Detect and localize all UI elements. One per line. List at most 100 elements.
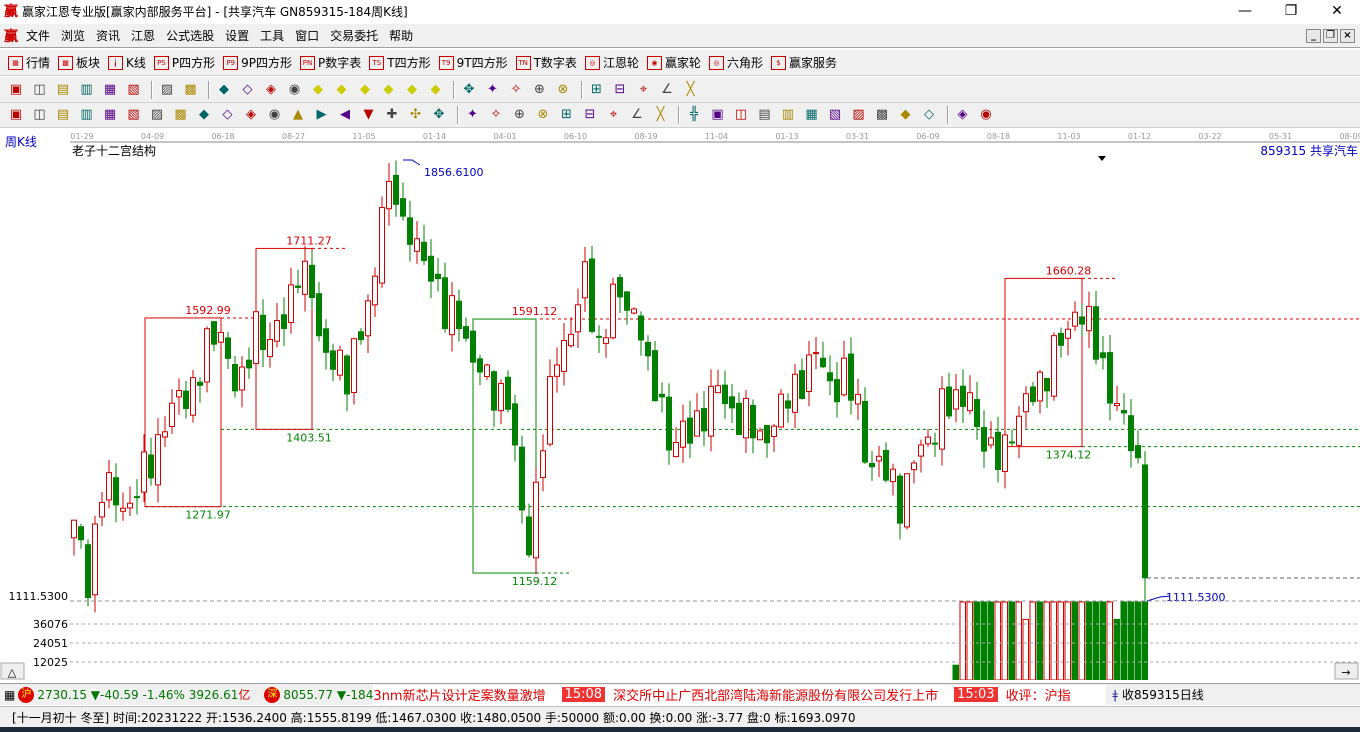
yellow-h-icon[interactable]: ◆ (355, 80, 375, 100)
infinity-icon[interactable]: ◉ (976, 105, 996, 125)
period-icon[interactable]: ▣ (6, 80, 26, 100)
table-icon[interactable]: ╬ (684, 105, 704, 125)
news-headline[interactable]: 收评：沪指 (1006, 685, 1071, 704)
toolbar-button[interactable]: ▩ 板块 (58, 54, 100, 71)
candlestick[interactable] (85, 539, 91, 607)
zigzag-icon[interactable]: ⊟ (580, 105, 600, 125)
menu-item[interactable]: 浏览 (61, 27, 85, 44)
toolbar-button[interactable]: ◎ 六角形 (708, 54, 763, 71)
menu-item[interactable]: 工具 (260, 27, 284, 44)
ball-icon[interactable]: ◈ (953, 105, 973, 125)
gray-tool-icon[interactable]: ◫ (30, 80, 50, 100)
grid-icon[interactable]: ▦ (4, 688, 15, 702)
box-fan-icon[interactable]: ⊗ (533, 105, 553, 125)
gray-list-icon[interactable]: ▤ (53, 80, 73, 100)
gold6-icon[interactable]: ▨ (849, 105, 869, 125)
menu-item[interactable]: 帮助 (389, 27, 413, 44)
square-fan-icon[interactable]: ⊕ (510, 105, 530, 125)
calendar-icon[interactable]: ⊞ (587, 80, 607, 100)
yellow-left-icon[interactable]: ◆ (308, 80, 328, 100)
mdi-close-button[interactable]: × (1340, 29, 1355, 43)
menu-item[interactable]: 交易委托 (330, 27, 378, 44)
candlestick[interactable] (904, 473, 910, 530)
calculator-icon[interactable]: ⊟ (610, 80, 630, 100)
candlestick[interactable] (610, 277, 616, 340)
yellow-cross-icon[interactable]: ◆ (426, 80, 446, 100)
network-icon[interactable]: ╳ (681, 80, 701, 100)
lines-icon[interactable]: ◀ (335, 105, 355, 125)
pen-icon[interactable]: ▣ (6, 105, 26, 125)
menu-item[interactable]: 窗口 (295, 27, 319, 44)
gold3-icon[interactable]: ▣ (708, 105, 728, 125)
toolbar-button[interactable]: ◎ 江恩轮 (584, 54, 639, 71)
dots-icon[interactable]: ▥ (778, 105, 798, 125)
right-icon[interactable]: ◉ (285, 80, 305, 100)
line-tool-icon[interactable]: ✧ (506, 80, 526, 100)
hash-icon[interactable]: ◫ (30, 105, 50, 125)
menu-item[interactable]: 文件 (26, 27, 50, 44)
angle-icon[interactable]: ⊞ (557, 105, 577, 125)
gold4-icon[interactable]: ▦ (802, 105, 822, 125)
toolbar-button[interactable]: ▦ 行情 (8, 54, 50, 71)
chart-e-icon[interactable]: ▩ (872, 105, 892, 125)
wave-icon[interactable]: ▤ (755, 105, 775, 125)
toolbar-button[interactable]: T9 9T四方形 (438, 54, 508, 71)
circle-grid-icon[interactable]: ▩ (171, 105, 191, 125)
triangle-icon[interactable]: ◈ (241, 105, 261, 125)
toolbar-button[interactable]: P9 9P四方形 (223, 54, 292, 71)
pen2-icon[interactable]: ▨ (147, 105, 167, 125)
first-icon[interactable]: ◆ (214, 80, 234, 100)
maximize-button[interactable]: ❐ (1268, 0, 1314, 22)
close-button[interactable]: ✕ (1314, 0, 1360, 22)
shen-icon[interactable]: ▼ (359, 105, 379, 125)
percent-icon[interactable]: ◫ (731, 105, 751, 125)
ruler-icon[interactable]: ✣ (406, 105, 426, 125)
yellow-x-icon[interactable]: ◆ (379, 80, 399, 100)
left-icon[interactable]: ◈ (261, 80, 281, 100)
candlestick[interactable] (589, 245, 595, 334)
news-headline[interactable]: 深交所中止广西北部湾陆海新能源股份有限公司发行上市 (613, 685, 938, 704)
yellow-right-icon[interactable]: ◆ (332, 80, 352, 100)
crosshair-icon[interactable]: ✦ (483, 80, 503, 100)
candlestick[interactable] (337, 345, 343, 381)
target-icon[interactable]: ◉ (265, 105, 285, 125)
candlestick[interactable] (533, 467, 539, 575)
menu-item[interactable]: 公式选股 (166, 27, 214, 44)
f-icon[interactable]: ▦ (100, 105, 120, 125)
toolbar-button[interactable]: TN T数字表 (515, 54, 577, 71)
sz-index-quote[interactable]: 8055.77 ▼-184.71 -2.24% 4130.26 (283, 688, 373, 702)
box-icon[interactable]: ▶ (312, 105, 332, 125)
candle-type-icon[interactable]: ▧ (124, 80, 144, 100)
candlestick[interactable] (379, 196, 385, 288)
candlestick[interactable] (1051, 332, 1057, 401)
cycle-icon[interactable]: ⊗ (553, 80, 573, 100)
gray-chart9-icon[interactable]: ▦ (100, 80, 120, 100)
minimize-button[interactable]: — (1222, 0, 1268, 22)
ying-icon[interactable]: ✚ (382, 105, 402, 125)
toolbar-button[interactable]: TS T四方形 (369, 54, 431, 71)
gold5-icon[interactable]: ▧ (825, 105, 845, 125)
grid-red2-icon[interactable]: ∠ (627, 105, 647, 125)
toolbar-button[interactable]: ╽ K线 (108, 54, 146, 71)
menu-item[interactable]: 江恩 (131, 27, 155, 44)
candlestick[interactable] (519, 435, 525, 524)
news-headline[interactable]: 3nm新芯片设计定案数量激增 (373, 685, 545, 704)
kline-chart[interactable]: 01-29 04-09 06-18 08-27 11-05 01-14 04-01 06-10… (0, 128, 1360, 680)
yellow-star-icon[interactable]: ◆ (402, 80, 422, 100)
last-icon[interactable]: ◇ (238, 80, 258, 100)
mdi-minimize-button[interactable]: _ (1306, 29, 1321, 43)
candlestick[interactable] (190, 370, 196, 423)
zig2-icon[interactable]: ◆ (896, 105, 916, 125)
spiral-icon[interactable]: ▧ (124, 105, 144, 125)
fan-icon[interactable]: ✧ (486, 105, 506, 125)
toolbar-button[interactable]: $ 赢家服务 (770, 54, 837, 71)
grid4-icon[interactable]: ◆ (194, 105, 214, 125)
toolbar-button[interactable]: PN P数字表 (300, 54, 361, 71)
measure-icon[interactable]: ✥ (429, 105, 449, 125)
menu-item[interactable]: 资讯 (96, 27, 120, 44)
save-icon[interactable]: ∠ (657, 80, 677, 100)
parallel-icon[interactable]: ╳ (651, 105, 671, 125)
toolbar-button[interactable]: PS P四方形 (153, 54, 215, 71)
grid-red-icon[interactable]: ⌖ (604, 105, 624, 125)
frame-icon[interactable]: ✦ (463, 105, 483, 125)
